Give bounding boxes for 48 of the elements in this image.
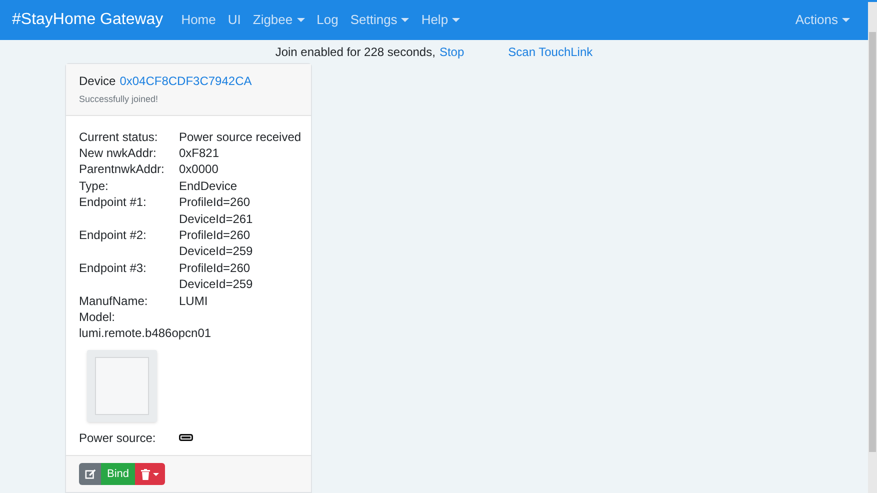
bind-button[interactable]: Bind (101, 463, 136, 485)
nav-link[interactable]: Zigbee (246, 10, 311, 30)
field-label: Power source: (79, 430, 157, 446)
field-value: lumi.remote.b486opcn01 (79, 325, 212, 342)
field-label: ManufName: (79, 292, 149, 309)
field-label: Current status: (79, 128, 159, 145)
field-value: ProfileId=260 (179, 226, 252, 244)
field-label: New nwkAddr: (79, 144, 158, 162)
card-title: Device (79, 73, 116, 90)
nav-link[interactable]: UI (222, 10, 247, 30)
field-label: ParentnwkAddr: (79, 161, 166, 178)
field-value: 0x0000 (179, 161, 218, 178)
battery-icon (179, 434, 193, 442)
field-label: Endpoint #1: (79, 194, 148, 212)
trash-icon (141, 468, 150, 480)
device-address-link[interactable]: 0x04CF8CDF3C7942CA (120, 72, 252, 90)
stop-link[interactable]: Stop (439, 43, 464, 61)
nav-link[interactable]: Home (175, 10, 222, 30)
caret-icon (842, 18, 850, 22)
caret-icon (401, 18, 410, 22)
field-label: Type: (79, 178, 110, 194)
nav-link[interactable]: Settings (344, 10, 416, 30)
edit-icon (84, 468, 96, 480)
caret-icon (452, 18, 460, 22)
card-subtitle: Successfully joined! (79, 93, 160, 106)
scrollbar[interactable] (868, 0, 877, 493)
field-label: Endpoint #2: (79, 226, 148, 244)
caret-icon (153, 472, 160, 476)
field-value: DeviceId=261 (179, 210, 253, 227)
nav-link[interactable]: Help (415, 10, 466, 30)
field-value: LUMI (179, 292, 208, 309)
field-value: DeviceId=259 (179, 243, 253, 260)
delete-dropdown-button[interactable] (135, 463, 166, 485)
field-value: ProfileId=260 (179, 260, 252, 276)
field-value: ProfileId=260 (179, 194, 252, 211)
field-value: Power source received (179, 128, 302, 145)
field-value: EndDevice (179, 178, 238, 194)
caret-icon (296, 18, 305, 22)
field-value: DeviceId=259 (179, 276, 253, 293)
join-status-text: Join enabled for 228 seconds, (275, 44, 436, 61)
brand-title[interactable]: #StayHome Gateway (12, 8, 164, 32)
field-label: Model: (79, 308, 116, 326)
field-value: 0xF821 (179, 144, 220, 162)
field-label: Endpoint #3: (79, 260, 148, 277)
nav-link[interactable]: Log (310, 10, 344, 30)
nav-link[interactable]: Actions (789, 10, 856, 30)
scan-touchlink-link[interactable]: Scan TouchLink (508, 43, 593, 61)
edit-button[interactable] (79, 463, 101, 485)
